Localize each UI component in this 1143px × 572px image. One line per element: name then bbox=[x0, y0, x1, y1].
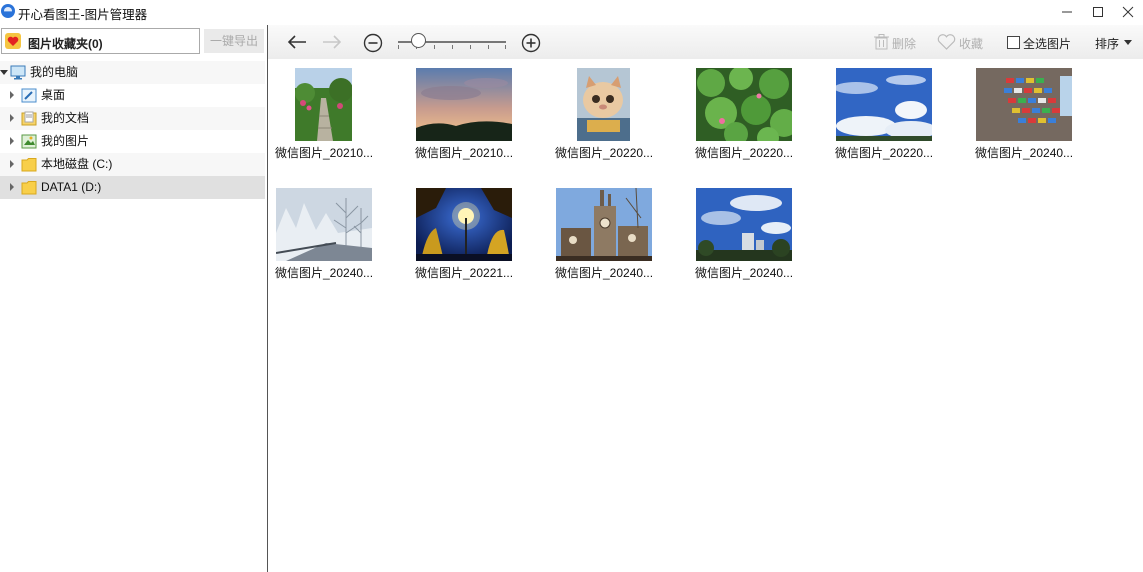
image-tile[interactable]: 微信图片_20210... bbox=[268, 60, 378, 175]
image-caption: 微信图片_20220... bbox=[835, 146, 934, 160]
thumbnail-snowy-trees bbox=[276, 188, 372, 261]
collapse-arrow-icon[interactable] bbox=[10, 114, 14, 122]
window-title: 开心看图王-图片管理器 bbox=[18, 8, 148, 22]
slider-tick bbox=[488, 45, 489, 49]
thumbnail-blue-sky-clouds bbox=[836, 68, 932, 141]
image-caption: 微信图片_20240... bbox=[695, 266, 794, 280]
folder-tree: 我的电脑 桌面 我的文档 我的图片 本地磁盘 (C:) DATA1 (D:) bbox=[0, 61, 265, 199]
slider-tick bbox=[434, 45, 435, 49]
thumbnail-cat bbox=[577, 68, 630, 141]
image-tile[interactable]: 微信图片_20240... bbox=[548, 180, 658, 295]
favorite-label: 收藏 bbox=[959, 37, 984, 51]
trash-icon bbox=[874, 34, 889, 50]
thumbnail-grid: 微信图片_20210... 微信图片_20210... 微信图片_20220..… bbox=[268, 60, 1143, 572]
chevron-down-icon bbox=[1124, 40, 1132, 45]
zoom-in-button[interactable] bbox=[520, 32, 542, 54]
tree-item-documents[interactable]: 我的文档 bbox=[0, 107, 265, 130]
sort-label: 排序 bbox=[1095, 37, 1120, 51]
back-arrow-icon bbox=[287, 35, 306, 49]
image-caption: 微信图片_20210... bbox=[275, 146, 374, 160]
close-button[interactable] bbox=[1111, 0, 1143, 24]
tree-item-my-computer[interactable]: 我的电脑 bbox=[0, 61, 265, 84]
image-caption: 微信图片_20220... bbox=[555, 146, 654, 160]
collapse-arrow-icon[interactable] bbox=[10, 160, 14, 168]
maximize-button[interactable] bbox=[1081, 0, 1115, 24]
collapse-arrow-icon[interactable] bbox=[10, 137, 14, 145]
image-tile[interactable]: 微信图片_20240... bbox=[268, 180, 378, 295]
toolbar: 删除 收藏 全选图片 排序 bbox=[268, 25, 1143, 59]
thumbnail-night-street-lamp bbox=[416, 188, 512, 261]
forward-button[interactable] bbox=[321, 33, 343, 51]
tree-item-label: 我的电脑 bbox=[30, 65, 79, 79]
tree-item-drive-c[interactable]: 本地磁盘 (C:) bbox=[0, 153, 265, 176]
tree-item-label: 本地磁盘 (C:) bbox=[41, 157, 113, 171]
checkbox-icon[interactable] bbox=[1007, 36, 1020, 49]
image-tile[interactable]: 微信图片_20240... bbox=[688, 180, 798, 295]
collapse-arrow-icon[interactable] bbox=[10, 91, 14, 99]
image-caption: 微信图片_20221... bbox=[415, 266, 514, 280]
zoom-out-button[interactable] bbox=[362, 32, 384, 54]
pictures-icon bbox=[21, 134, 37, 149]
export-button[interactable]: 一键导出 bbox=[204, 29, 264, 53]
slider-tick bbox=[470, 45, 471, 49]
slider-tick bbox=[452, 45, 453, 49]
favorites-label: 图片收藏夹(0) bbox=[28, 37, 103, 51]
collapse-arrow-icon[interactable] bbox=[10, 183, 14, 191]
back-button[interactable] bbox=[286, 33, 308, 51]
slider-tick bbox=[505, 45, 506, 49]
image-tile[interactable]: 微信图片_20210... bbox=[408, 60, 518, 175]
image-caption: 微信图片_20220... bbox=[695, 146, 794, 160]
minimize-button[interactable] bbox=[1050, 0, 1084, 24]
zoom-in-icon bbox=[521, 33, 541, 53]
thumbnail-clock-tower bbox=[556, 188, 652, 261]
zoom-out-icon bbox=[363, 33, 383, 53]
thumbnail-wall-signs bbox=[976, 68, 1072, 141]
image-caption: 微信图片_20240... bbox=[975, 146, 1074, 160]
image-caption: 微信图片_20240... bbox=[275, 266, 374, 280]
documents-icon bbox=[21, 111, 37, 126]
tree-item-drive-d[interactable]: DATA1 (D:) bbox=[0, 176, 265, 199]
app-logo-icon bbox=[1, 4, 15, 18]
slider-tick bbox=[398, 45, 399, 49]
tree-item-desktop[interactable]: 桌面 bbox=[0, 84, 265, 107]
expand-arrow-icon[interactable] bbox=[0, 70, 8, 75]
thumbnail-sunset-sky bbox=[416, 68, 512, 141]
maximize-icon bbox=[1093, 7, 1103, 17]
tree-item-label: 桌面 bbox=[41, 88, 66, 102]
image-caption: 微信图片_20240... bbox=[555, 266, 654, 280]
heart-outline-icon bbox=[937, 34, 956, 50]
tree-item-label: 我的图片 bbox=[41, 134, 90, 148]
close-icon bbox=[1122, 6, 1134, 18]
minimize-icon bbox=[1062, 11, 1072, 13]
favorites-button[interactable]: 图片收藏夹(0) bbox=[1, 28, 200, 54]
select-all-label: 全选图片 bbox=[1023, 37, 1072, 51]
tree-item-label: DATA1 (D:) bbox=[41, 180, 102, 194]
tree-item-pictures[interactable]: 我的图片 bbox=[0, 130, 265, 153]
image-tile[interactable]: 微信图片_20240... bbox=[968, 60, 1078, 175]
image-tile[interactable]: 微信图片_20221... bbox=[408, 180, 518, 295]
folder-icon bbox=[21, 158, 37, 172]
image-tile[interactable]: 微信图片_20220... bbox=[548, 60, 658, 175]
folder-sidebar: 图片收藏夹(0) 一键导出 我的电脑 桌面 我的文档 我的图片 本地磁盘 (C:… bbox=[0, 25, 267, 572]
forward-arrow-icon bbox=[323, 35, 342, 49]
title-bar: 开心看图王-图片管理器 bbox=[0, 0, 1143, 24]
folder-icon bbox=[21, 181, 37, 195]
computer-icon bbox=[10, 65, 26, 80]
heart-icon bbox=[5, 33, 21, 49]
desktop-icon bbox=[21, 88, 37, 103]
tree-item-label: 我的文档 bbox=[41, 111, 90, 125]
image-tile[interactable]: 微信图片_20220... bbox=[688, 60, 798, 175]
image-tile[interactable]: 微信图片_20220... bbox=[828, 60, 938, 175]
thumbnail-garden-path bbox=[295, 68, 352, 141]
image-caption: 微信图片_20210... bbox=[415, 146, 514, 160]
thumbnail-city-sky bbox=[696, 188, 792, 261]
delete-label: 删除 bbox=[892, 37, 917, 51]
slider-knob[interactable] bbox=[411, 33, 426, 48]
thumbnail-lotus-leaves bbox=[696, 68, 792, 141]
